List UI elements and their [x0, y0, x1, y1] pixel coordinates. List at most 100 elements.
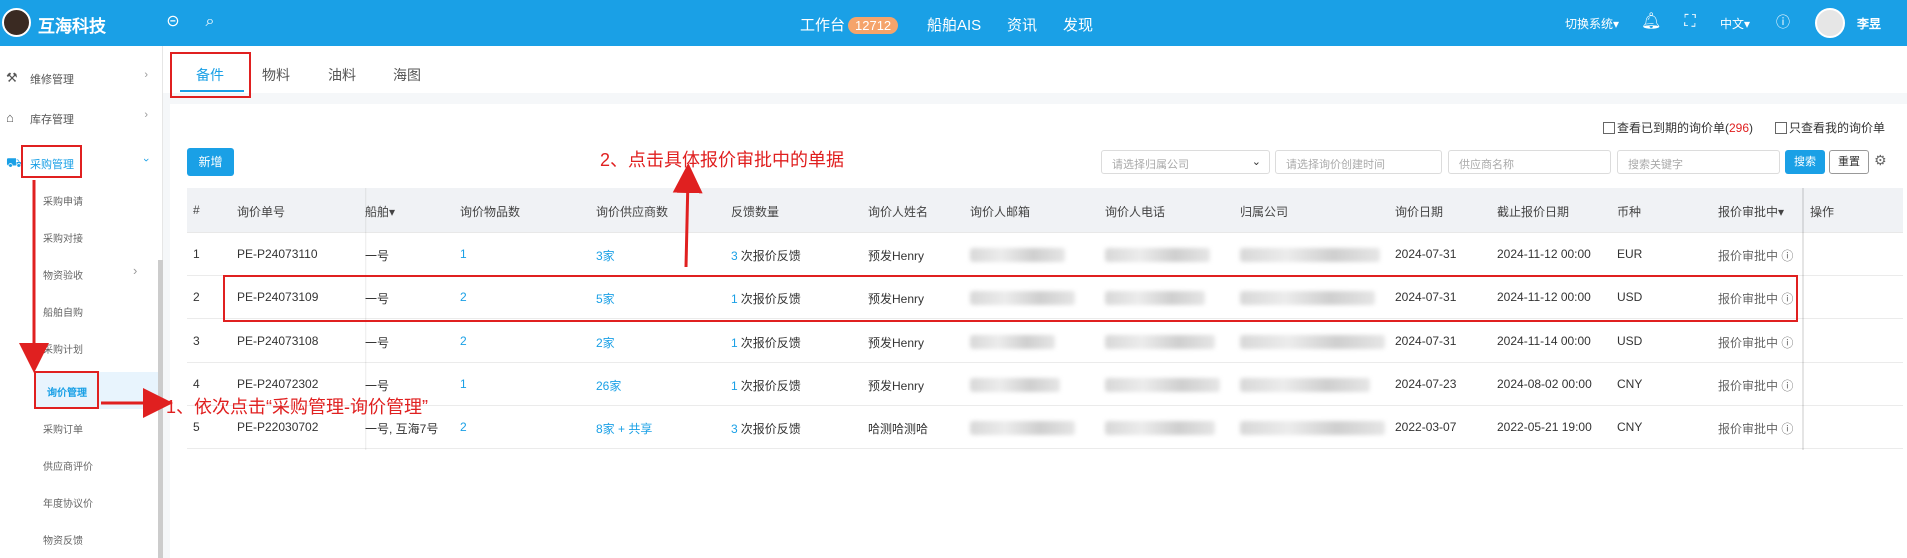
cell-currency: USD	[1617, 334, 1643, 348]
nav-workbench[interactable]: 工作台 12712	[800, 14, 899, 35]
cell-item-count[interactable]: 1	[460, 247, 467, 261]
cell-company-redacted	[1240, 335, 1385, 349]
sidebar-item-maintenance[interactable]: ⚒ 维修管理 ›	[0, 62, 160, 92]
tab-materials[interactable]: 物料	[262, 65, 290, 85]
chevron-right-icon: ›	[133, 263, 138, 278]
user-name[interactable]: 李昱	[1857, 15, 1881, 32]
supplier-input[interactable]: 供应商名称	[1448, 150, 1611, 174]
bell-icon[interactable]: 🔔︎	[1641, 12, 1661, 32]
sidebar-sub-purchase-docking[interactable]: 采购对接	[43, 230, 83, 245]
table-row[interactable]: 4 PE-P24072302 一号 1 26家 预发Henry 2024-07-23 2024…	[187, 363, 1903, 406]
home-icon: ⌂	[6, 110, 14, 125]
cell-supplier-count[interactable]: 2家	[596, 334, 615, 351]
language-dropdown[interactable]: 中文▾	[1720, 15, 1750, 32]
annotation-box-inquiry	[34, 371, 99, 409]
feedback-label: 次报价反馈	[740, 379, 801, 393]
cell-supplier-count[interactable]: 26家	[596, 377, 621, 394]
table-row[interactable]: 5 PE-P22030702 一号, 互海7号 2 8家 + 共享 哈测哈测哈 2022-0…	[187, 406, 1903, 449]
feedback-count[interactable]: 3	[731, 249, 738, 263]
checkbox[interactable]	[1775, 122, 1787, 134]
info-icon[interactable]: ⓘ	[1778, 379, 1793, 393]
nav-news[interactable]: 资讯	[1007, 14, 1037, 35]
tab-charts[interactable]: 海图	[393, 65, 421, 85]
cell-name: 哈测哈测哈	[868, 422, 929, 436]
cell-status[interactable]: 报价审批中 ⓘ	[1718, 247, 1793, 264]
sidebar-sub-purchase-order[interactable]: 采购订单	[43, 421, 83, 436]
info-icon[interactable]: ⓘ	[1778, 336, 1793, 350]
cell-status[interactable]: 报价审批中 ⓘ	[1718, 334, 1793, 351]
cell-name: 预发Henry	[868, 249, 925, 263]
nav-discover[interactable]: 发现	[1063, 14, 1093, 35]
sidebar-sub-feedback[interactable]: 物资反馈	[43, 532, 83, 547]
info-icon[interactable]: ⓘ	[1778, 249, 1793, 263]
chevron-down-icon: ⌄	[1251, 156, 1261, 168]
cell-currency: CNY	[1617, 377, 1643, 391]
th-ship[interactable]: 船舶▾	[365, 203, 395, 220]
switch-system-dropdown[interactable]: 切换系统▾	[1565, 15, 1619, 32]
cell-inquiry-no: PE-P22030702	[237, 420, 319, 434]
cell-status[interactable]: 报价审批中 ⓘ	[1718, 420, 1793, 437]
status-label: 报价审批中	[1718, 379, 1779, 393]
cell-inquiry-no: PE-P24073108	[237, 334, 319, 348]
sidebar-item-inventory[interactable]: ⌂ 库存管理 ›	[0, 102, 160, 132]
cell-company-redacted	[1240, 378, 1370, 392]
cell-item-count[interactable]: 2	[460, 334, 467, 348]
sidebar-sub-supplier-eval[interactable]: 供应商评价	[43, 458, 93, 473]
company-select[interactable]: 请选择归属公司 ⌄	[1101, 150, 1270, 174]
new-button[interactable]: 新增	[187, 148, 234, 176]
cell-supplier-count[interactable]: 8家 + 共享	[596, 420, 652, 437]
tab-oil[interactable]: 油料	[328, 65, 356, 85]
cell-phone-redacted	[1105, 248, 1210, 262]
sidebar-sub-purchase-plan[interactable]: 采购计划	[43, 341, 83, 356]
cell-deadline: 2024-11-14 00:00	[1497, 334, 1591, 348]
cell-currency: EUR	[1617, 247, 1643, 261]
th-index: #	[193, 203, 200, 217]
annotation-step1: 1、依次点击“采购管理-询价管理”	[166, 397, 428, 417]
cell-item-count[interactable]: 1	[460, 377, 467, 391]
sidebar-sub-self-purchase[interactable]: 船舶自购	[43, 304, 83, 319]
cell-ship: 一号	[365, 379, 390, 393]
fullscreen-icon[interactable]: ⛶	[1680, 12, 1700, 32]
help-icon[interactable]: ⓘ	[1773, 12, 1793, 32]
cell-index: 4	[193, 377, 200, 391]
cell-feedback[interactable]: 3 次报价反馈	[731, 247, 801, 264]
sidebar-sub-annual-price[interactable]: 年度协议价	[43, 495, 93, 510]
cell-ship: 一号, 互海7号	[365, 422, 439, 436]
th-status[interactable]: 报价审批中▾	[1718, 203, 1784, 220]
search-icon[interactable]: ⌕	[200, 12, 220, 32]
cell-feedback[interactable]: 3 次报价反馈	[731, 420, 801, 437]
company-logo	[2, 8, 31, 37]
cell-email-redacted	[970, 248, 1065, 262]
search-button[interactable]: 搜索	[1785, 150, 1825, 174]
check-expired[interactable]: 查看已到期的询价单(296)	[1603, 119, 1753, 136]
cell-feedback[interactable]: 1 次报价反馈	[731, 377, 801, 394]
th-supplier-count: 询价供应商数	[596, 205, 669, 219]
cell-inquiry-no: PE-P24073110	[237, 247, 318, 261]
cell-phone-redacted	[1105, 421, 1215, 435]
gear-icon[interactable]: ⚙	[1874, 152, 1887, 169]
table-row[interactable]: 1 PE-P24073110 一号 1 3家 预发Henry 2024-07-31 2024-…	[187, 233, 1903, 276]
feedback-count[interactable]: 3	[731, 422, 738, 436]
th-deadline: 截止报价日期	[1497, 205, 1570, 219]
info-icon[interactable]: ⓘ	[1778, 422, 1793, 436]
date-picker[interactable]: 请选择询价创建时间	[1275, 150, 1442, 174]
cell-status[interactable]: 报价审批中 ⓘ	[1718, 377, 1793, 394]
check-mine[interactable]: 只查看我的询价单	[1775, 119, 1885, 136]
feedback-count[interactable]: 1	[731, 379, 738, 393]
table-row[interactable]: 3 PE-P24073108 一号 2 2家 预发Henry 2024-07-31 2024-…	[187, 320, 1903, 363]
nav-ship-ais[interactable]: 船舶AIS	[927, 14, 981, 35]
sidebar-sub-acceptance[interactable]: 物资验收	[43, 267, 83, 282]
feedback-count[interactable]: 1	[731, 336, 738, 350]
cell-name: 预发Henry	[868, 379, 925, 393]
sidebar-sub-purchase-request[interactable]: 采购申请	[43, 193, 83, 208]
avatar[interactable]	[1815, 8, 1845, 38]
keyword-input[interactable]: 搜索关键字	[1617, 150, 1780, 174]
checkbox[interactable]	[1603, 122, 1615, 134]
cell-supplier-count[interactable]: 3家	[596, 247, 615, 264]
th-email: 询价人邮箱	[970, 205, 1031, 219]
tab-bar	[163, 46, 1907, 93]
reset-button[interactable]: 重置	[1829, 150, 1869, 174]
back-circle-icon[interactable]: ⊝	[163, 12, 183, 32]
cell-feedback[interactable]: 1 次报价反馈	[731, 334, 801, 351]
cell-item-count[interactable]: 2	[460, 420, 467, 434]
